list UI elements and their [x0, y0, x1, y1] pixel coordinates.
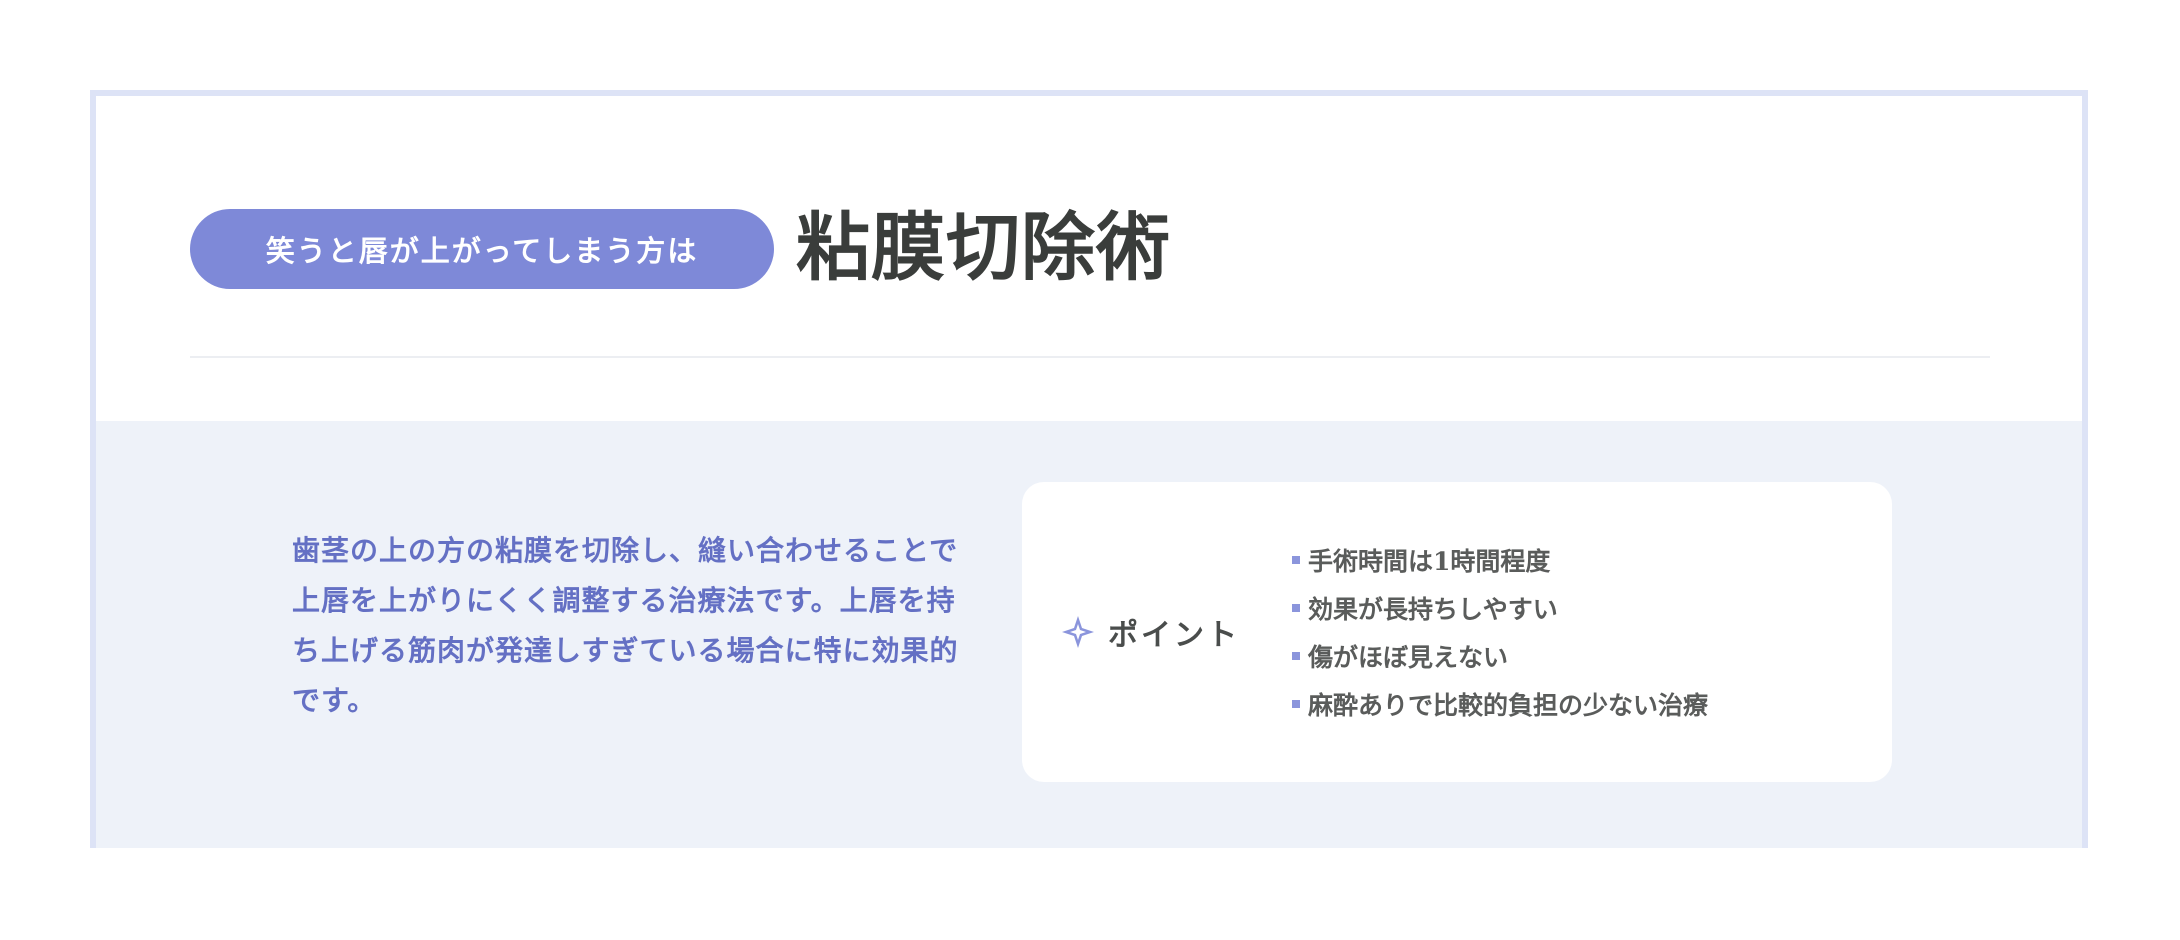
section-header: 笑うと唇が上がってしまう方は 粘膜切除術 — [96, 96, 2082, 421]
point-heading: ポイント — [1060, 610, 1240, 654]
point-item-text: 手術時間は1時間程度 — [1308, 547, 1551, 576]
point-card: ポイント 手術時間は1時間程度 効果が長持ちしやすい 傷がほぼ見えない 麻酔あり… — [1022, 482, 1892, 782]
treatment-section: 笑うと唇が上がってしまう方は 粘膜切除術 歯茎の上の方の粘膜を切除し、縫い合わせ… — [90, 90, 2088, 848]
page-title: 粘膜切除術 — [796, 205, 1171, 291]
treatment-description: 歯茎の上の方の粘膜を切除し、縫い合わせることで上唇を上がりにくく調整する治療法で… — [292, 534, 959, 717]
square-bullet-icon — [1292, 652, 1300, 660]
square-bullet-icon — [1292, 700, 1300, 708]
content-band: 歯茎の上の方の粘膜を切除し、縫い合わせることで上唇を上がりにくく調整する治療法で… — [96, 421, 2082, 848]
point-label: ポイント — [1108, 618, 1240, 653]
point-item-text: 麻酔ありで比較的負担の少ない治療 — [1308, 691, 1709, 720]
point-item-text: 傷がほぼ見えない — [1308, 643, 1509, 672]
point-list: 手術時間は1時間程度 効果が長持ちしやすい 傷がほぼ見えない 麻酔ありで比較的負… — [1292, 536, 1708, 728]
list-item: 麻酔ありで比較的負担の少ない治療 — [1292, 680, 1708, 728]
list-item: 手術時間は1時間程度 — [1292, 536, 1708, 584]
point-item-text: 効果が長持ちしやすい — [1308, 595, 1558, 624]
header-divider — [190, 356, 1990, 358]
square-bullet-icon — [1292, 556, 1300, 564]
sparkle-icon — [1060, 614, 1096, 650]
list-item: 傷がほぼ見えない — [1292, 632, 1708, 680]
list-item: 効果が長持ちしやすい — [1292, 584, 1708, 632]
target-tag: 笑うと唇が上がってしまう方は — [190, 209, 774, 289]
square-bullet-icon — [1292, 604, 1300, 612]
